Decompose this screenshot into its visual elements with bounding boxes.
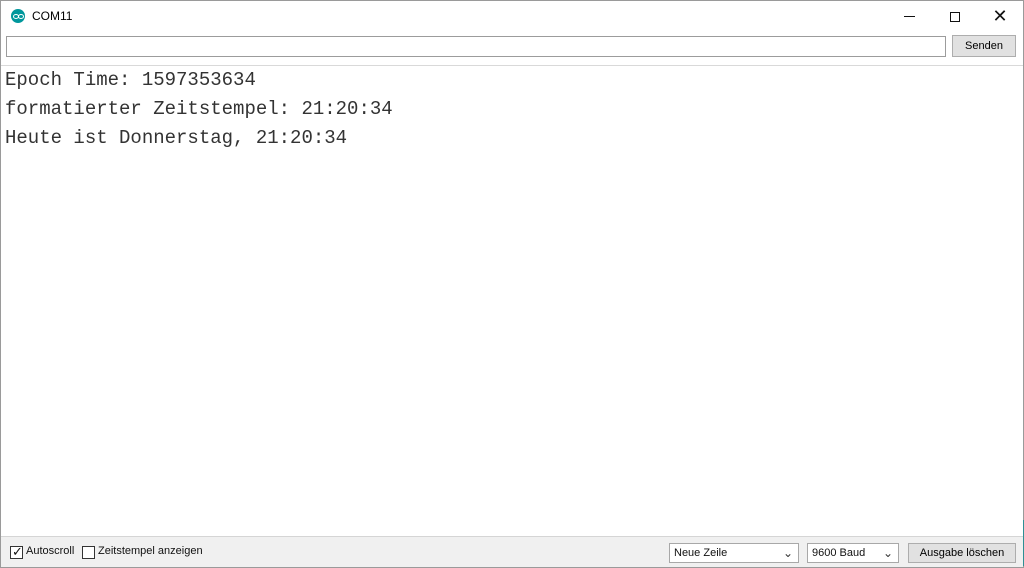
title-bar[interactable]: COM11 ✕ <box>1 1 1023 32</box>
status-bar: ✓ Autoscroll Zeitstempel anzeigen Neue Z… <box>1 536 1023 567</box>
send-bar: Senden <box>5 35 1017 59</box>
maximize-icon <box>950 11 960 22</box>
autoscroll-checkbox[interactable]: ✓ <box>10 545 23 560</box>
line-ending-select[interactable]: Neue Zeile ⌄ <box>669 543 799 563</box>
baud-rate-value: 9600 Baud <box>812 547 866 559</box>
send-button[interactable]: Senden <box>952 35 1016 57</box>
serial-output-line: Heute ist Donnerstag, 21:20:34 <box>5 127 348 149</box>
clear-output-button[interactable]: Ausgabe löschen <box>908 543 1016 563</box>
close-icon: ✕ <box>992 5 1008 27</box>
serial-output-line: Epoch Time: 1597353634 <box>5 69 256 91</box>
arduino-infinity-icon <box>11 9 25 23</box>
serial-monitor-window: COM11 ✕ Senden Epoch Time: 1597353634 fo… <box>0 0 1024 568</box>
minimize-icon <box>903 16 915 17</box>
window-title: COM11 <box>32 9 73 23</box>
maximize-button[interactable] <box>932 1 978 32</box>
chevron-down-icon: ⌄ <box>882 546 893 560</box>
checkmark-icon: ✓ <box>12 545 23 560</box>
serial-output-area[interactable]: Epoch Time: 1597353634 formatierter Zeit… <box>1 65 1023 535</box>
serial-send-input[interactable] <box>6 36 946 57</box>
serial-output-line: formatierter Zeitstempel: 21:20:34 <box>5 98 393 120</box>
minimize-button[interactable] <box>886 1 932 32</box>
timestamp-label[interactable]: Zeitstempel anzeigen <box>98 545 203 557</box>
baud-rate-select[interactable]: 9600 Baud ⌄ <box>807 543 899 563</box>
close-button[interactable]: ✕ <box>977 1 1023 32</box>
timestamp-checkbox[interactable] <box>82 546 95 559</box>
line-ending-value: Neue Zeile <box>674 547 728 559</box>
autoscroll-label[interactable]: Autoscroll <box>26 545 74 557</box>
chevron-down-icon: ⌄ <box>782 546 793 560</box>
